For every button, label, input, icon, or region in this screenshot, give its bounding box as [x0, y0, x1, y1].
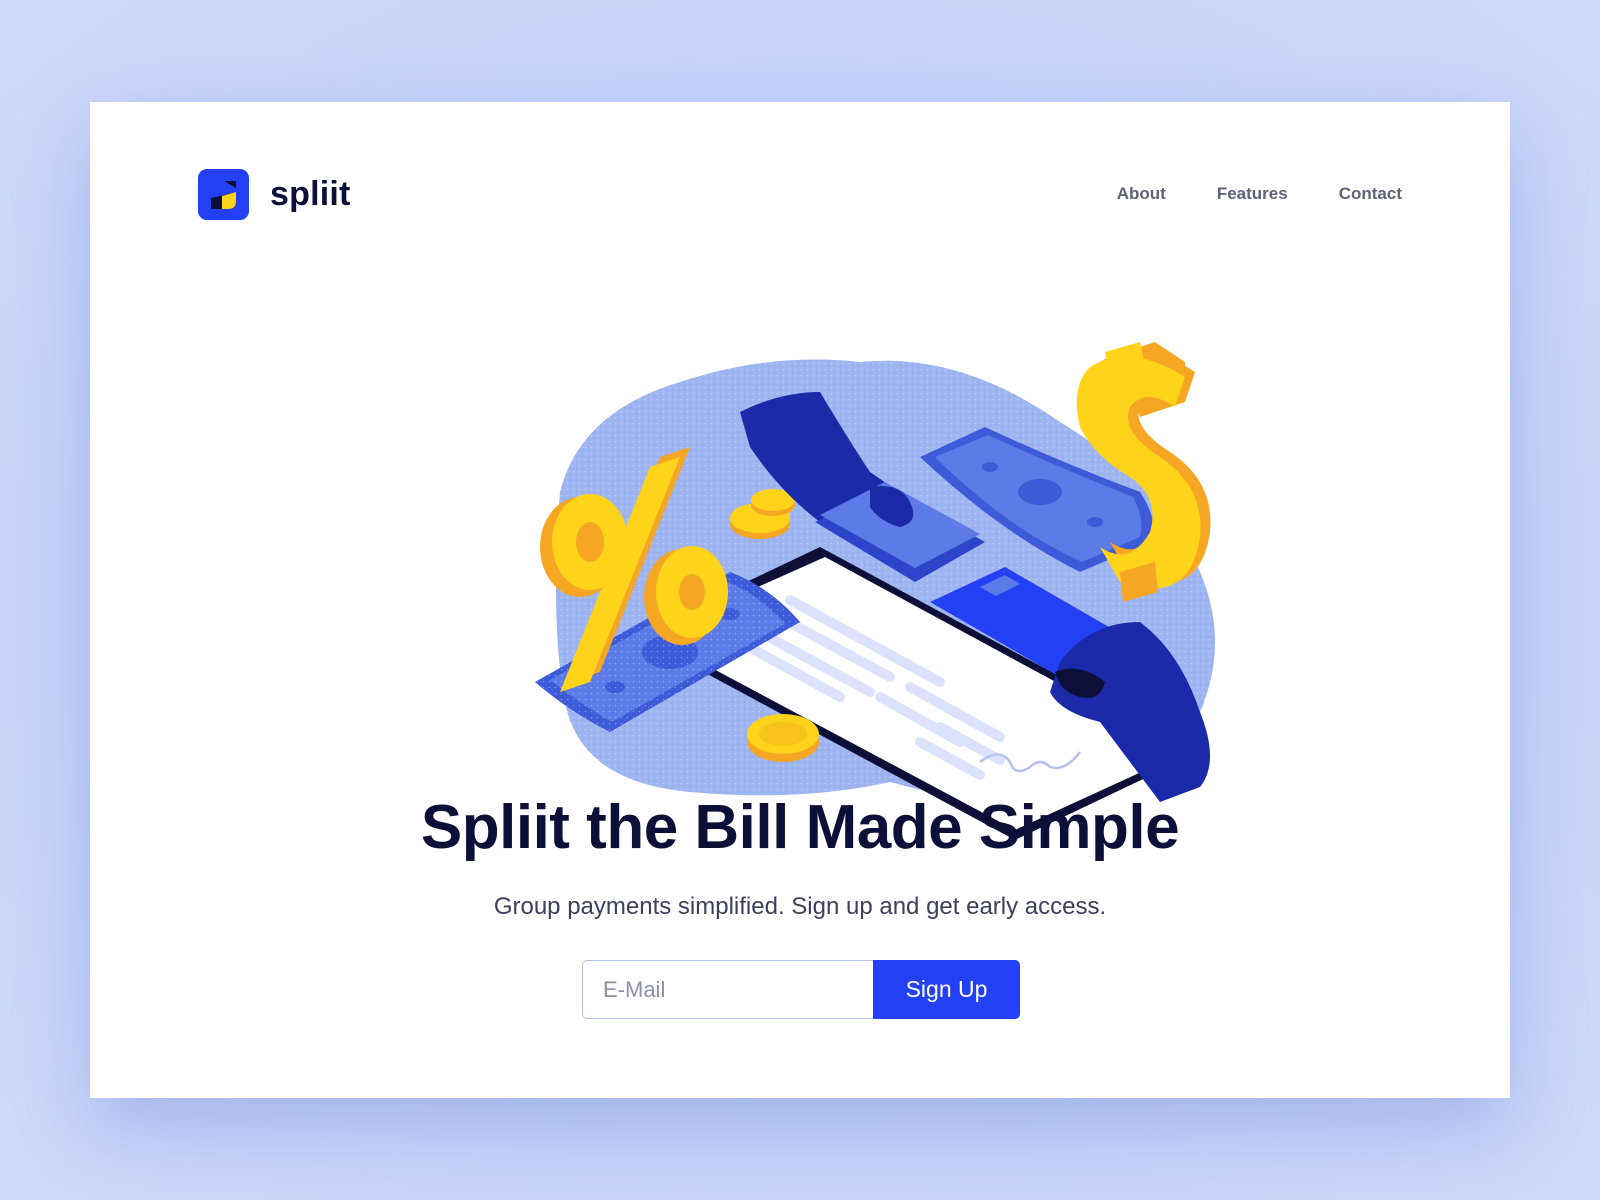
nav-link-features[interactable]: Features	[1217, 180, 1288, 208]
coin-single	[747, 714, 819, 762]
hero-subheadline: Group payments simplified. Sign up and g…	[493, 893, 1107, 920]
hero-headline: Spliit the Bill Made Simple	[420, 793, 1180, 862]
landing-card: spliit About Features Contact Spliit the…	[90, 102, 1510, 1098]
email-input[interactable]	[582, 960, 873, 1019]
brand-name: spliit	[270, 174, 351, 213]
main-nav: About Features Contact	[1066, 180, 1402, 208]
nav-link-contact[interactable]: Contact	[1339, 180, 1402, 208]
nav-link-about[interactable]: About	[1117, 180, 1166, 208]
sign-up-button[interactable]: Sign Up	[873, 960, 1020, 1019]
brand-logo[interactable]: spliit	[198, 168, 351, 220]
bill-splitting-illustration	[535, 342, 1215, 840]
spliit-logo-icon	[198, 168, 249, 220]
signup-form: Sign Up	[582, 960, 1020, 1019]
